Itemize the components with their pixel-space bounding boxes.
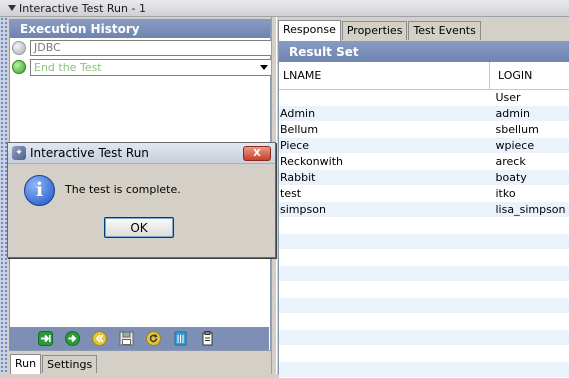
cell-lname [279, 266, 490, 282]
table-row[interactable]: Adminadmin [279, 106, 569, 122]
table-row[interactable] [279, 218, 569, 234]
column-header-login[interactable]: LOGIN [490, 62, 569, 90]
tab-run[interactable]: Run [10, 354, 41, 374]
step-select-value: End the Test [34, 61, 102, 74]
execution-history-header: Execution History [10, 20, 270, 38]
cell-login [490, 346, 569, 362]
cell-login: boaty [490, 170, 569, 186]
run-toolbar [9, 327, 269, 350]
table-row[interactable] [279, 330, 569, 346]
cell-lname [279, 90, 490, 106]
table-row[interactable] [279, 346, 569, 362]
result-set-table: LNAME LOGIN UserAdminadminBellumsbellumP… [279, 62, 569, 378]
rewind-icon[interactable] [91, 331, 107, 347]
app-icon: ✦ [12, 146, 26, 160]
tab-settings[interactable]: Settings [42, 355, 97, 373]
cell-lname: Piece [279, 138, 490, 154]
table-row[interactable]: User [279, 90, 569, 106]
cell-login [490, 330, 569, 346]
table-header-row: LNAME LOGIN [279, 62, 569, 90]
table-row[interactable] [279, 362, 569, 378]
cell-lname [279, 218, 490, 234]
chevron-down-icon[interactable] [260, 65, 268, 70]
table-row[interactable] [279, 314, 569, 330]
cell-login [490, 282, 569, 298]
cell-lname: Bellum [279, 122, 490, 138]
cell-login [490, 314, 569, 330]
result-set-panel: Result Set LNAME LOGIN UserAdminadminBel… [278, 41, 569, 375]
delete-icon[interactable] [172, 331, 188, 347]
cell-lname [279, 330, 490, 346]
dialog-titlebar[interactable]: ✦ Interactive Test Run X [8, 143, 275, 164]
table-row[interactable] [279, 250, 569, 266]
window-title: Interactive Test Run - 1 [19, 2, 146, 15]
result-set-body: UserAdminadminBellumsbellumPiecewpieceRe… [279, 90, 569, 378]
info-dialog: ✦ Interactive Test Run X i The test is c… [7, 142, 276, 258]
tab-response[interactable]: Response [278, 20, 341, 41]
step-status-icon [12, 41, 26, 55]
cell-lname [279, 298, 490, 314]
window-titlebar: Interactive Test Run - 1 [0, 0, 569, 17]
cell-lname [279, 346, 490, 362]
cell-login [490, 266, 569, 282]
right-tab-strip: Response Properties Test Events [278, 21, 482, 41]
table-row[interactable]: Bellumsbellum [279, 122, 569, 138]
table-row[interactable]: simpsonlisa_simpson [279, 202, 569, 218]
ok-button[interactable]: OK [104, 217, 174, 238]
result-set-header: Result Set [279, 42, 569, 62]
table-row[interactable] [279, 266, 569, 282]
cell-login: areck [490, 154, 569, 170]
cell-lname [279, 234, 490, 250]
cell-login [490, 298, 569, 314]
step-select-combo[interactable]: End the Test [30, 59, 273, 76]
cell-lname: Reckonwith [279, 154, 490, 170]
cell-lname [279, 362, 490, 378]
collapse-triangle-icon[interactable] [8, 5, 16, 11]
history-step-end[interactable]: End the Test [12, 59, 273, 75]
step-forward-icon[interactable] [64, 331, 80, 347]
info-icon: i [24, 175, 55, 206]
cell-lname: test [279, 186, 490, 202]
cell-lname [279, 314, 490, 330]
step-status-icon [12, 60, 26, 74]
cell-login: lisa_simpson [490, 202, 569, 218]
cell-login [490, 234, 569, 250]
close-icon[interactable]: X [243, 146, 271, 161]
restart-icon[interactable] [145, 331, 161, 347]
table-row[interactable] [279, 282, 569, 298]
step-into-icon[interactable] [37, 331, 53, 347]
table-row[interactable] [279, 234, 569, 250]
cell-lname [279, 282, 490, 298]
cell-login: wpiece [490, 138, 569, 154]
cell-login: itko [490, 186, 569, 202]
table-row[interactable]: testitko [279, 186, 569, 202]
cell-lname: simpson [279, 202, 490, 218]
cell-login [490, 218, 569, 234]
cell-lname: Rabbit [279, 170, 490, 186]
save-icon[interactable] [118, 331, 134, 347]
table-row[interactable]: Rabbitboaty [279, 170, 569, 186]
history-step-jdbc[interactable]: JDBC [12, 40, 273, 56]
cell-login: sbellum [490, 122, 569, 138]
cell-lname [279, 250, 490, 266]
dialog-title: Interactive Test Run [30, 146, 149, 160]
cell-login: admin [490, 106, 569, 122]
left-tab-strip: Run Settings [10, 355, 98, 374]
table-row[interactable]: Reckonwithareck [279, 154, 569, 170]
clipboard-icon[interactable] [199, 331, 215, 347]
cell-login [490, 362, 569, 378]
cell-login [490, 250, 569, 266]
tab-test-events[interactable]: Test Events [408, 21, 480, 40]
table-row[interactable]: Piecewpiece [279, 138, 569, 154]
cell-login: User [490, 90, 569, 106]
cell-lname: Admin [279, 106, 490, 122]
column-header-lname[interactable]: LNAME [279, 62, 490, 90]
step-name-field[interactable]: JDBC [30, 40, 273, 56]
tab-properties[interactable]: Properties [342, 21, 408, 40]
dialog-message: The test is complete. [65, 183, 181, 196]
table-row[interactable] [279, 298, 569, 314]
